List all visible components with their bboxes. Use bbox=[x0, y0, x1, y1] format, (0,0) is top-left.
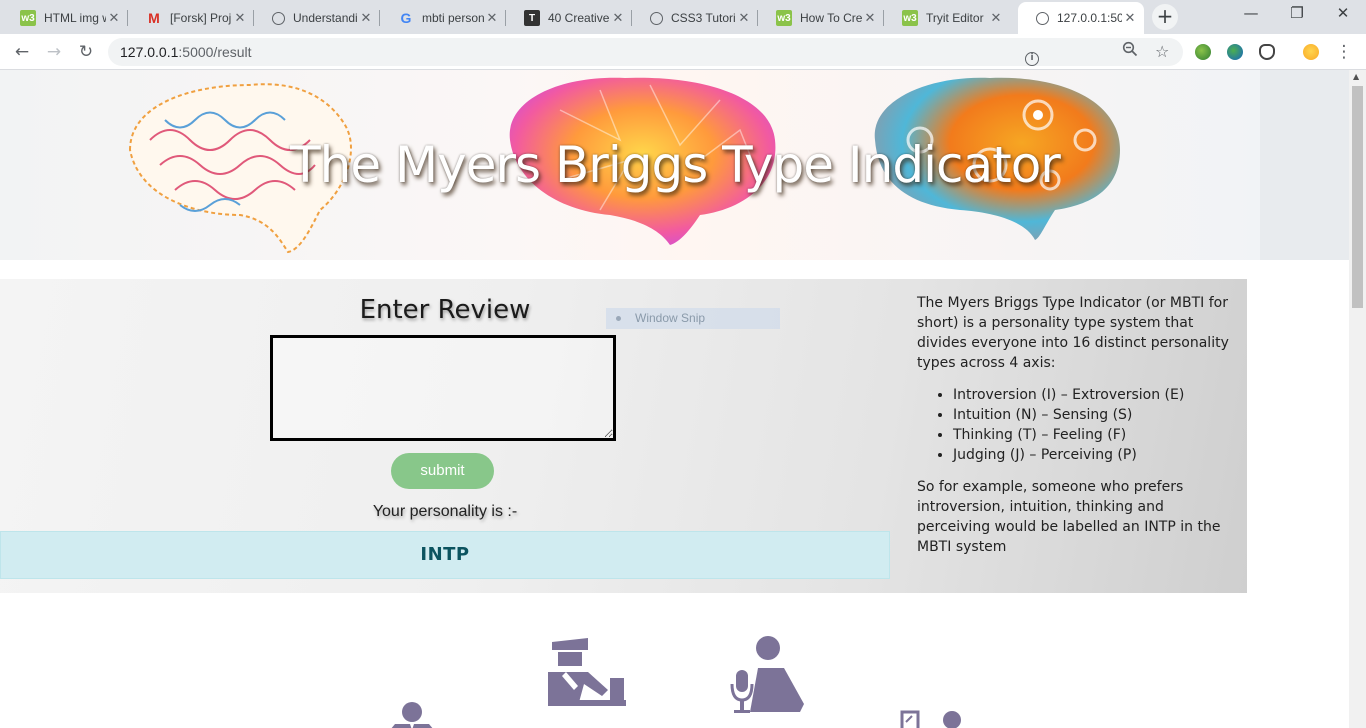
main-section: Enter Review submit Your personality is … bbox=[0, 279, 1247, 593]
back-button[interactable]: ← bbox=[10, 40, 34, 64]
close-icon[interactable]: ✕ bbox=[484, 10, 500, 26]
w3schools-icon: w3 bbox=[776, 10, 792, 26]
personality-icons-row bbox=[0, 610, 1349, 728]
globe-icon bbox=[650, 11, 663, 25]
close-icon[interactable]: ✕ bbox=[358, 10, 374, 26]
zoom-icon[interactable] bbox=[1122, 40, 1138, 64]
address-path: :5000/result bbox=[178, 44, 252, 60]
tab-title: Tryit Editor bbox=[926, 11, 984, 25]
snip-dot-icon bbox=[616, 316, 621, 322]
mbti-intro: The Myers Briggs Type Indicator (or MBTI… bbox=[917, 295, 1229, 371]
tab-title: How To Cre bbox=[800, 11, 862, 25]
close-window-button[interactable]: ✕ bbox=[1328, 4, 1358, 28]
w3schools-icon: w3 bbox=[20, 10, 36, 26]
tab-title: CSS3 Tutori bbox=[671, 11, 736, 25]
globe-icon bbox=[272, 11, 285, 25]
tab-localhost-result[interactable]: 127.0.0.1:50 ✕ bbox=[1018, 2, 1144, 34]
tab-how-to-create[interactable]: w3 How To Cre ✕ bbox=[758, 2, 884, 34]
axis-item: Judging (J) – Perceiving (P) bbox=[953, 445, 1239, 465]
extension-mouse-icon[interactable] bbox=[1259, 44, 1275, 60]
banner-right-panel bbox=[1260, 70, 1349, 260]
browser-toolbar: ← → ↻ i 127.0.0.1:5000/result ☆ ⋮ bbox=[0, 34, 1366, 70]
presenter-icon bbox=[900, 710, 961, 728]
gmail-icon: M bbox=[148, 10, 160, 26]
submit-button[interactable]: submit bbox=[391, 453, 494, 489]
new-tab-button[interactable]: + bbox=[1152, 4, 1178, 30]
w3schools-icon: w3 bbox=[902, 10, 918, 26]
review-heading: Enter Review bbox=[359, 295, 531, 325]
extension-globe-icon[interactable] bbox=[1195, 44, 1211, 60]
tab-tryit-editor[interactable]: w3 Tryit Editor ✕ bbox=[884, 2, 1010, 34]
close-icon[interactable]: ✕ bbox=[232, 10, 248, 26]
tab-title: 127.0.0.1:50 bbox=[1057, 11, 1122, 25]
tab-title: mbti person bbox=[422, 11, 484, 25]
close-icon[interactable]: ✕ bbox=[106, 10, 122, 26]
scrollbar-thumb[interactable] bbox=[1352, 86, 1363, 308]
businessman-icon bbox=[391, 702, 433, 728]
review-input[interactable] bbox=[270, 335, 616, 441]
tab-css3-tutorial[interactable]: CSS3 Tutori ✕ bbox=[632, 2, 758, 34]
scroll-up-icon[interactable]: ▲ bbox=[1353, 72, 1359, 81]
window-snip-overlay: Window Snip bbox=[606, 308, 780, 329]
page-scrollbar[interactable]: ▲ bbox=[1349, 70, 1366, 728]
tab-title: Understandi bbox=[293, 11, 358, 25]
info-icon[interactable]: i bbox=[1025, 52, 1039, 66]
mbti-example: So for example, someone who prefers intr… bbox=[917, 479, 1221, 555]
restore-button[interactable]: ❐ bbox=[1282, 4, 1312, 28]
forward-button[interactable]: → bbox=[42, 40, 66, 64]
extension-world-icon[interactable] bbox=[1227, 44, 1243, 60]
banner-title: The Myers Briggs Type Indicator bbox=[290, 136, 1061, 194]
tab-title: HTML img w bbox=[44, 11, 106, 25]
page-content: The Myers Briggs Type Indicator Enter Re… bbox=[0, 70, 1366, 728]
address-bar[interactable]: i 127.0.0.1:5000/result bbox=[108, 38, 1183, 66]
close-icon[interactable]: ✕ bbox=[610, 10, 626, 26]
close-icon[interactable]: ✕ bbox=[1122, 10, 1138, 26]
podcaster-icon bbox=[730, 636, 804, 713]
tab-understanding[interactable]: Understandi ✕ bbox=[254, 2, 380, 34]
snip-label: Window Snip bbox=[635, 311, 706, 325]
tab-forsk-project[interactable]: M [Forsk] Proj ✕ bbox=[128, 2, 254, 34]
reload-button[interactable]: ↻ bbox=[74, 40, 98, 64]
tab-mbti-personality[interactable]: G mbti person ✕ bbox=[380, 2, 506, 34]
tab-40-creative[interactable]: T 40 Creative ✕ bbox=[506, 2, 632, 34]
menu-button[interactable]: ⋮ bbox=[1332, 40, 1356, 64]
banner: The Myers Briggs Type Indicator bbox=[0, 70, 1260, 260]
tab-title: 40 Creative bbox=[548, 11, 610, 25]
mbti-info: The Myers Briggs Type Indicator (or MBTI… bbox=[917, 293, 1239, 557]
tab-title: [Forsk] Proj bbox=[170, 11, 232, 25]
axis-item: Intuition (N) – Sensing (S) bbox=[953, 405, 1239, 425]
close-icon[interactable]: ✕ bbox=[736, 10, 752, 26]
police-officer-icon bbox=[548, 638, 626, 706]
axis-item: Introversion (I) – Extroversion (E) bbox=[953, 385, 1239, 405]
mbti-axes-list: Introversion (I) – Extroversion (E) Intu… bbox=[953, 385, 1239, 465]
tab-html-img[interactable]: w3 HTML img w ✕ bbox=[2, 2, 128, 34]
address-host: 127.0.0.1 bbox=[120, 44, 179, 60]
profile-avatar[interactable] bbox=[1303, 44, 1319, 60]
globe-icon bbox=[1036, 11, 1049, 25]
close-icon[interactable]: ✕ bbox=[862, 10, 878, 26]
google-icon: G bbox=[400, 10, 412, 26]
t-icon: T bbox=[524, 10, 540, 26]
close-icon[interactable]: ✕ bbox=[988, 10, 1004, 26]
bookmark-star-icon[interactable]: ☆ bbox=[1155, 40, 1169, 64]
tab-strip: w3 HTML img w ✕ M [Forsk] Proj ✕ Underst… bbox=[0, 0, 1366, 34]
axis-item: Thinking (T) – Feeling (F) bbox=[953, 425, 1239, 445]
personality-result: INTP bbox=[0, 531, 890, 579]
minimize-button[interactable]: — bbox=[1236, 4, 1266, 28]
result-label: Your personality is :- bbox=[372, 503, 518, 520]
